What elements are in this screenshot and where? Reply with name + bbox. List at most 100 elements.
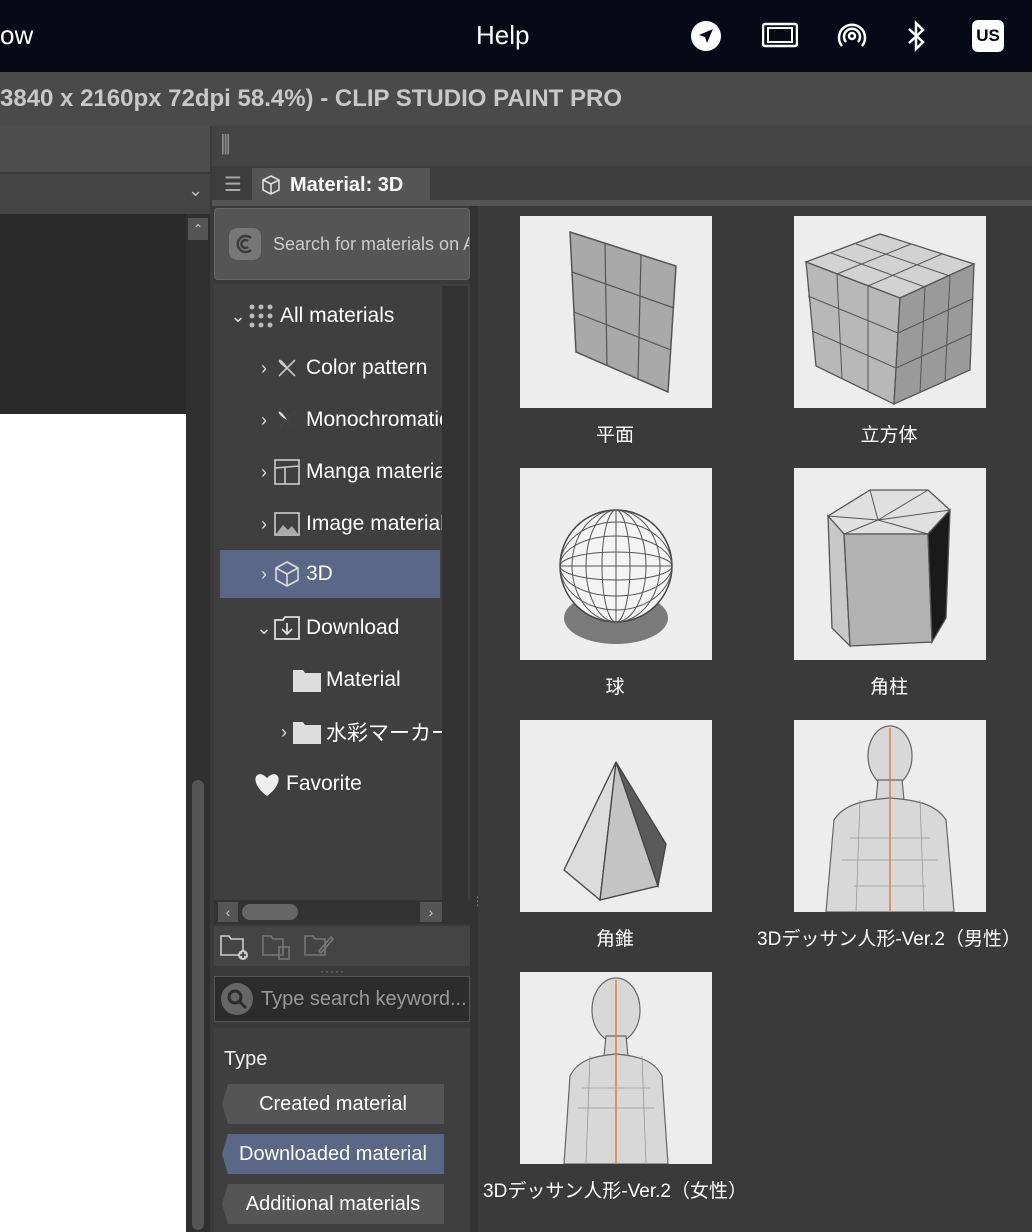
material-item-male-figure[interactable]: 3Dデッサン人形-Ver.2（男性） xyxy=(752,710,1026,962)
tree-item-label: 3D xyxy=(306,562,333,585)
search-icon xyxy=(221,983,253,1015)
image-material-icon xyxy=(272,509,302,539)
material-item-prism[interactable]: 角柱 xyxy=(752,458,1026,710)
scroll-left-button[interactable]: ‹ xyxy=(218,902,238,922)
tree-horizontal-scrollbar[interactable]: ‹ › xyxy=(214,900,470,924)
material-item-female-figure[interactable]: 3Dデッサン人形-Ver.2（女性） xyxy=(478,962,752,1214)
expand-arrow-icon[interactable]: › xyxy=(256,410,272,431)
tree-item-label: Color pattern xyxy=(306,356,428,379)
tab-material-3d[interactable]: Material: 3D xyxy=(252,168,430,202)
material-item-pyramid[interactable]: 角錐 xyxy=(478,710,752,962)
edit-folder-icon[interactable] xyxy=(302,929,336,963)
scroll-up-button[interactable]: ⌃ xyxy=(188,218,208,240)
tree-item-label: Material xyxy=(326,668,401,691)
expand-arrow-icon[interactable]: ⌄ xyxy=(230,306,246,327)
drag-grip-icon[interactable]: ||| xyxy=(220,130,231,156)
material-name: 3Dデッサン人形-Ver.2（男性） xyxy=(757,929,1021,950)
panel-tab-bar: ☰ Material: 3D xyxy=(212,166,1032,202)
heart-icon xyxy=(252,769,282,799)
expand-arrow-icon[interactable]: › xyxy=(256,462,272,483)
keyword-search-field[interactable]: Type search keyword... xyxy=(214,976,470,1022)
search-assets-label: Search for materials on ASSETS xyxy=(273,233,469,254)
tree-item-all-materials[interactable]: ⌄ All materials xyxy=(230,292,394,340)
folder-icon xyxy=(292,665,322,695)
tree-item-label: Image material xyxy=(306,512,445,535)
material-thumbnail[interactable] xyxy=(794,720,986,912)
material-grid: 平面 立方体 球 角柱 角錐 3Dデッサン人形-Ver.2（男性） 3Dデッサン… xyxy=(478,206,1032,1232)
type-created-material-button[interactable]: Created material xyxy=(222,1084,444,1124)
material-thumbnail[interactable] xyxy=(794,468,986,660)
window-title: 3840 x 2160px 72dpi 58.4%) - CLIP STUDIO… xyxy=(0,72,1032,126)
tree-item-material-folder[interactable]: Material xyxy=(292,656,401,704)
tree-item-color-pattern[interactable]: › Color pattern xyxy=(256,344,427,392)
expand-arrow-icon[interactable]: › xyxy=(256,564,272,585)
canvas-vertical-scrollbar[interactable]: ⌃ xyxy=(186,214,210,1232)
expand-arrow-icon[interactable]: › xyxy=(276,722,292,743)
canvas-subbar xyxy=(0,174,210,214)
tree-item-label: 水彩マーカー xyxy=(326,722,452,745)
download-icon xyxy=(272,613,302,643)
type-additional-materials-button[interactable]: Additional materials xyxy=(222,1184,444,1224)
menu-bar: ow Help US xyxy=(0,0,1032,72)
cube-icon xyxy=(272,559,302,589)
tree-item-label: Monochromatic xyxy=(306,408,450,431)
material-name: 球 xyxy=(605,677,625,698)
material-name: 立方体 xyxy=(860,425,918,446)
tree-item-label: All materials xyxy=(280,304,395,327)
material-item-cube[interactable]: 立方体 xyxy=(752,206,1026,458)
material-item-sphere[interactable]: 球 xyxy=(478,458,752,710)
tree-vertical-scrollbar[interactable] xyxy=(442,286,468,900)
material-thumbnail[interactable] xyxy=(520,468,712,660)
canvas-background xyxy=(0,214,186,414)
type-filter-section: Type Created material Downloaded materia… xyxy=(214,1028,470,1232)
type-downloaded-material-button[interactable]: Downloaded material xyxy=(222,1134,444,1174)
tree-item-favorite[interactable]: Favorite xyxy=(252,760,362,808)
tree-toolbar xyxy=(214,926,470,966)
type-section-title: Type xyxy=(224,1048,268,1070)
tree-item-watercolor-marker-folder[interactable]: › 水彩マーカー xyxy=(276,708,452,756)
tree-item-label: Favorite xyxy=(286,772,362,795)
material-thumbnail[interactable] xyxy=(520,972,712,1164)
panel-menu-icon[interactable]: ☰ xyxy=(224,172,242,197)
scroll-thumb[interactable] xyxy=(242,904,298,920)
material-thumbnail[interactable] xyxy=(520,720,712,912)
airdrop-icon[interactable] xyxy=(834,18,870,54)
material-thumbnail[interactable] xyxy=(794,216,986,408)
new-folder-icon[interactable] xyxy=(218,929,252,963)
menu-window-fragment[interactable]: ow xyxy=(0,20,33,51)
chevron-down-icon[interactable]: ⌄ xyxy=(188,180,203,201)
search-assets-button[interactable]: Search for materials on ASSETS xyxy=(214,208,470,280)
material-name: 3Dデッサン人形-Ver.2（女性） xyxy=(483,1181,747,1202)
material-item-plane[interactable]: 平面 xyxy=(478,206,752,458)
grid-dots-icon xyxy=(246,301,276,331)
tree-item-manga-material[interactable]: › Manga material xyxy=(256,448,451,496)
input-source-badge[interactable]: US xyxy=(972,20,1004,52)
scroll-thumb[interactable] xyxy=(192,780,204,1230)
material-thumbnail[interactable] xyxy=(520,216,712,408)
material-name: 角柱 xyxy=(869,677,908,698)
manga-material-icon xyxy=(272,457,302,487)
tree-item-download[interactable]: ⌄ Download xyxy=(256,604,399,652)
scroll-right-button[interactable]: › xyxy=(420,902,442,922)
bluetooth-icon[interactable] xyxy=(898,18,934,54)
material-name: 平面 xyxy=(595,425,634,446)
menu-help[interactable]: Help xyxy=(476,20,529,51)
screen-mirroring-icon[interactable] xyxy=(762,18,798,54)
panel-handle-bar[interactable]: ||| xyxy=(212,126,1032,166)
tree-item-image-material[interactable]: › Image material xyxy=(256,500,445,548)
delete-folder-icon[interactable] xyxy=(260,929,294,963)
material-tree: ⌄ All materials › Color pattern › Monoch… xyxy=(214,284,470,900)
expand-arrow-icon[interactable]: › xyxy=(256,358,272,379)
tree-item-monochromatic[interactable]: › Monochromatic xyxy=(256,396,450,444)
canvas-region: ⌄ ⌃ xyxy=(0,126,210,1232)
folder-icon xyxy=(292,717,322,747)
keyword-search-placeholder: Type search keyword... xyxy=(261,987,467,1010)
tree-item-3d[interactable]: › 3D xyxy=(220,550,440,598)
canvas-paper[interactable] xyxy=(0,414,186,1232)
tab-label: Material: 3D xyxy=(290,173,404,196)
expand-arrow-icon[interactable]: ⌄ xyxy=(256,618,272,639)
color-pattern-icon xyxy=(272,353,302,383)
expand-arrow-icon[interactable]: › xyxy=(256,514,272,535)
location-arrow-icon[interactable] xyxy=(688,18,724,54)
panel-splitter[interactable]: ⋮ xyxy=(470,206,484,1232)
